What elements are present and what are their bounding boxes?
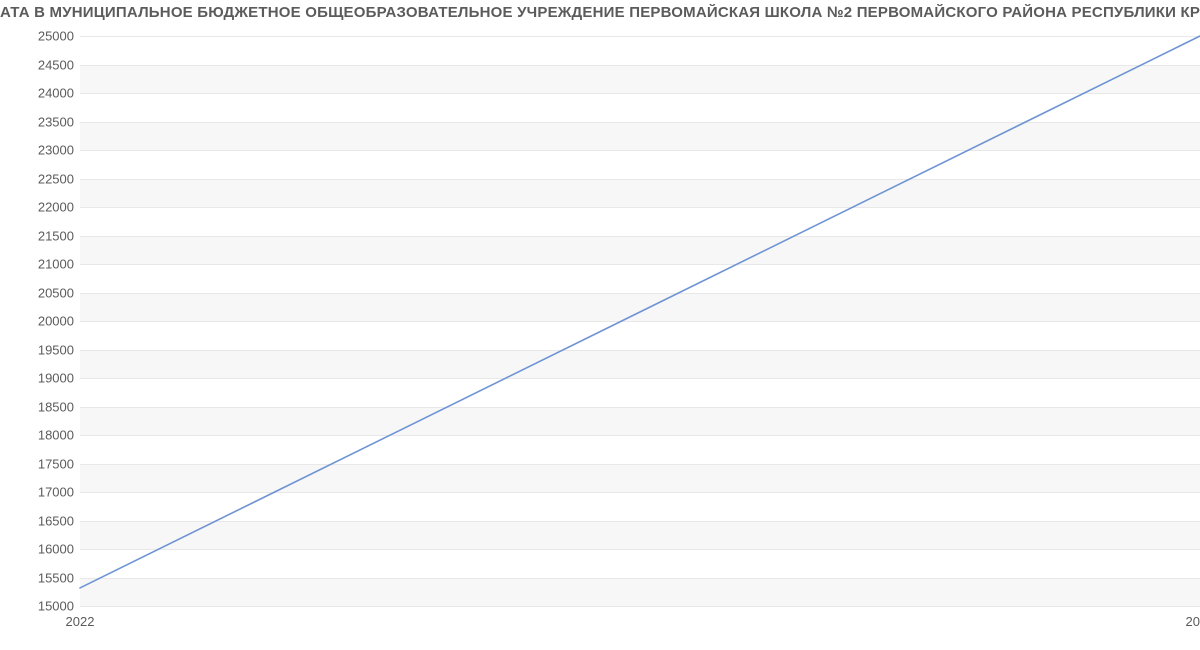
y-tick-label: 21000 [38,257,74,272]
plot-area [80,36,1200,606]
series-line [80,36,1200,588]
chart-title: АТА В МУНИЦИПАЛЬНОЕ БЮДЖЕТНОЕ ОБЩЕОБРАЗО… [0,4,1200,21]
y-tick-label: 20000 [38,314,74,329]
y-tick-label: 16000 [38,542,74,557]
y-tick-label: 23000 [38,143,74,158]
x-tick-label: 2022 [66,614,95,629]
y-tick-label: 15000 [38,599,74,614]
gridline [80,606,1200,607]
y-tick-label: 18500 [38,399,74,414]
y-tick-label: 21500 [38,228,74,243]
y-tick-label: 25000 [38,29,74,44]
x-tick-label: 2024 [1186,614,1200,629]
y-tick-label: 24000 [38,86,74,101]
line-layer [80,36,1200,605]
y-tick-label: 19000 [38,371,74,386]
y-tick-label: 15500 [38,570,74,585]
y-tick-label: 17000 [38,485,74,500]
y-tick-label: 18000 [38,428,74,443]
y-tick-label: 20500 [38,285,74,300]
y-tick-label: 19500 [38,342,74,357]
chart-container: АТА В МУНИЦИПАЛЬНОЕ БЮДЖЕТНОЕ ОБЩЕОБРАЗО… [0,0,1200,650]
y-tick-label: 23500 [38,114,74,129]
y-tick-label: 16500 [38,513,74,528]
y-tick-label: 17500 [38,456,74,471]
y-tick-label: 22000 [38,200,74,215]
y-tick-label: 24500 [38,57,74,72]
y-tick-label: 22500 [38,171,74,186]
